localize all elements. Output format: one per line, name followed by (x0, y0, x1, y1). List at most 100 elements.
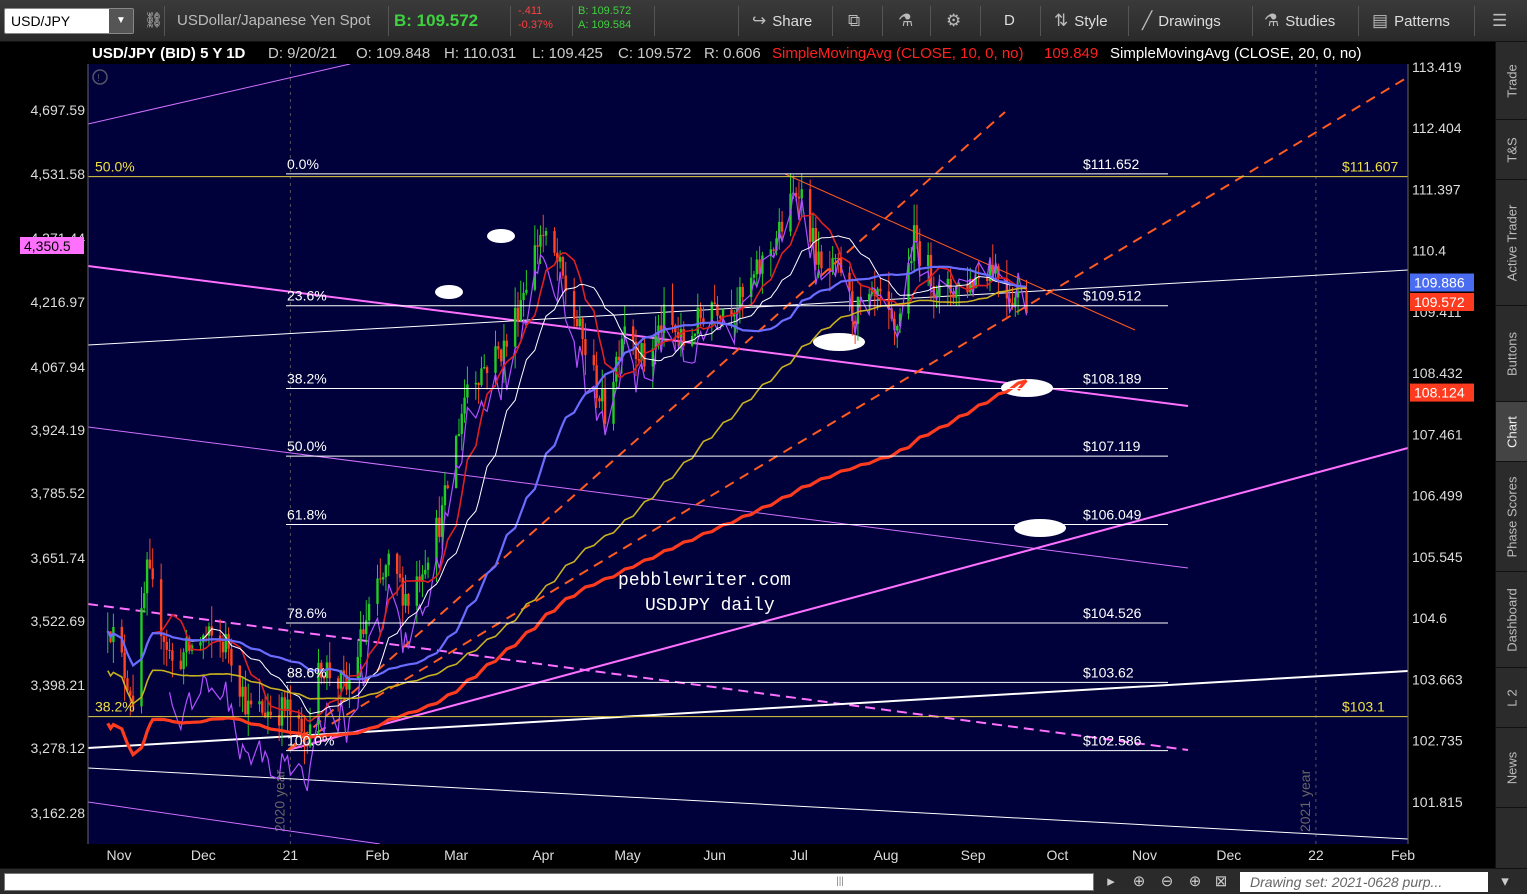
flask-button[interactable]: ⚗ (898, 5, 919, 37)
candle-body (544, 231, 548, 236)
candle-body (159, 579, 163, 637)
outer-price-label: $103.1 (1342, 699, 1385, 715)
x-axis-tick: Feb (1391, 847, 1415, 863)
candle-body (424, 569, 427, 575)
candle-body (522, 292, 525, 301)
change-percent: -0.37% (518, 19, 553, 31)
period-button[interactable]: D (1004, 5, 1015, 37)
left-axis-tick: 3,522.69 (31, 613, 86, 629)
scroll-thumb[interactable]: ||| (830, 875, 850, 889)
fit-icon[interactable]: ⊠ (1210, 872, 1232, 892)
tab-l-2[interactable]: L 2 (1496, 668, 1527, 728)
gear-icon: ⚙ (946, 11, 962, 30)
candle-body (519, 300, 522, 321)
chart-area[interactable]: 2020 year 2021 year ! 0.0% $111.652 23.6% $1… (0, 42, 1495, 868)
candle-body (752, 274, 756, 278)
candle-body (536, 245, 539, 247)
drawings-label: Drawings (1158, 13, 1221, 30)
right-axis-tick: 104.6 (1412, 610, 1447, 626)
divider (1474, 6, 1475, 36)
candle-body (820, 251, 823, 269)
tab-chart[interactable]: Chart (1496, 402, 1527, 462)
candle-body (896, 325, 899, 331)
snapshot-button[interactable]: ⧉ (848, 5, 866, 37)
candle-body (797, 196, 801, 199)
tab-dashboard[interactable]: Dashboard (1496, 572, 1527, 668)
chevron-down-icon[interactable]: ▼ (109, 9, 133, 33)
price-badge-label: 108.124 (1414, 385, 1465, 401)
zoom-in-icon[interactable]: ⊕ (1128, 872, 1150, 892)
flask-icon: ⚗ (1264, 11, 1280, 30)
link-icon[interactable]: ⛓ (144, 5, 163, 37)
price-chart[interactable]: 2020 year 2021 year ! 0.0% $111.65223.6% $1… (0, 42, 1495, 868)
left-axis-tick: 3,651.74 (31, 550, 86, 566)
candle-body (440, 505, 444, 537)
marker-ellipse (487, 229, 515, 243)
header-close: C: 109.572 (618, 45, 691, 62)
candle-body (384, 565, 388, 578)
tab-label: News (1504, 751, 1520, 784)
x-axis-tick: Nov (1132, 847, 1157, 863)
tab-buttons[interactable]: Buttons (1496, 306, 1527, 402)
candle-body (772, 249, 775, 251)
candle-body (598, 398, 601, 402)
tab-trade[interactable]: Trade (1496, 42, 1527, 120)
tab-news[interactable]: News (1496, 728, 1527, 808)
style-button[interactable]: ⇅ Style (1054, 5, 1108, 37)
tab-label: Trade (1504, 63, 1520, 98)
net-change: -.411 -0.37% (518, 4, 553, 32)
x-axis-tick: Oct (1047, 847, 1069, 863)
outer-percent-label: 50.0% (95, 159, 135, 175)
candle-body (381, 577, 385, 580)
tab-t-s[interactable]: T&S (1496, 120, 1527, 180)
left-axis-tick: 4,216.97 (31, 294, 86, 310)
watermark-symbol: USDJPY daily (645, 596, 775, 616)
candle-body (168, 649, 171, 651)
patterns-button[interactable]: ▤ Patterns (1372, 5, 1450, 37)
drawings-button[interactable]: ╱ Drawings (1142, 5, 1221, 37)
right-side-tabs: Trade T&S Active Trader Buttons Chart Phase S… (1495, 42, 1527, 868)
drawing-set-selector[interactable]: Drawing set: 2021-0628 purp... (1240, 872, 1488, 892)
studies-button[interactable]: ⚗ Studies (1264, 5, 1335, 37)
candle-body (376, 578, 379, 604)
settings-button[interactable]: ⚙ (946, 5, 967, 37)
candle-body (165, 641, 168, 650)
candle-body (800, 189, 803, 199)
tab-label: Active Trader (1504, 204, 1520, 281)
share-button[interactable]: ↪ Share (752, 5, 812, 37)
left-badge-label: 4,350.5 (24, 238, 71, 254)
symbol-selector[interactable]: USD/JPY ▼ (4, 8, 134, 34)
candle-body (834, 257, 837, 259)
candle-body (221, 641, 225, 653)
candle-body (513, 307, 517, 347)
tab-phase-scores[interactable]: Phase Scores (1496, 462, 1527, 572)
candle-body (699, 307, 702, 319)
tab-label: Phase Scores (1504, 476, 1520, 557)
tab-active-trader[interactable]: Active Trader (1496, 180, 1527, 306)
right-axis-tick: 107.461 (1412, 426, 1463, 442)
chevron-down-icon[interactable]: ▾ (1494, 872, 1516, 892)
chevron-right-icon[interactable]: ▸ (1100, 872, 1122, 892)
divider (654, 6, 655, 36)
zoom-out-icon[interactable]: ⊖ (1156, 872, 1178, 892)
plot-area[interactable] (88, 64, 1408, 844)
candle-body (123, 652, 126, 679)
candle-body (693, 333, 697, 337)
pencil-icon: ╱ (1142, 11, 1153, 30)
time-scrollbar[interactable]: ||| (4, 873, 1094, 891)
divider (832, 6, 833, 36)
x-axis-tick: Jun (703, 847, 726, 863)
candle-body (516, 307, 520, 321)
candle-body (466, 384, 469, 398)
divider (510, 6, 511, 36)
cursor-icon[interactable]: ⊕ (1184, 872, 1206, 892)
marker-ellipse (1014, 519, 1066, 537)
share-label: Share (772, 13, 813, 30)
divider (164, 6, 165, 36)
candle-body (601, 388, 604, 402)
menu-button[interactable]: ☰ (1492, 5, 1513, 37)
header-high: H: 110.031 (444, 45, 516, 62)
fib-price-label: $109.512 (1083, 288, 1142, 304)
ask-small: A: 109.584 (578, 19, 632, 31)
header-sma10-value: 109.849 (1044, 45, 1098, 62)
